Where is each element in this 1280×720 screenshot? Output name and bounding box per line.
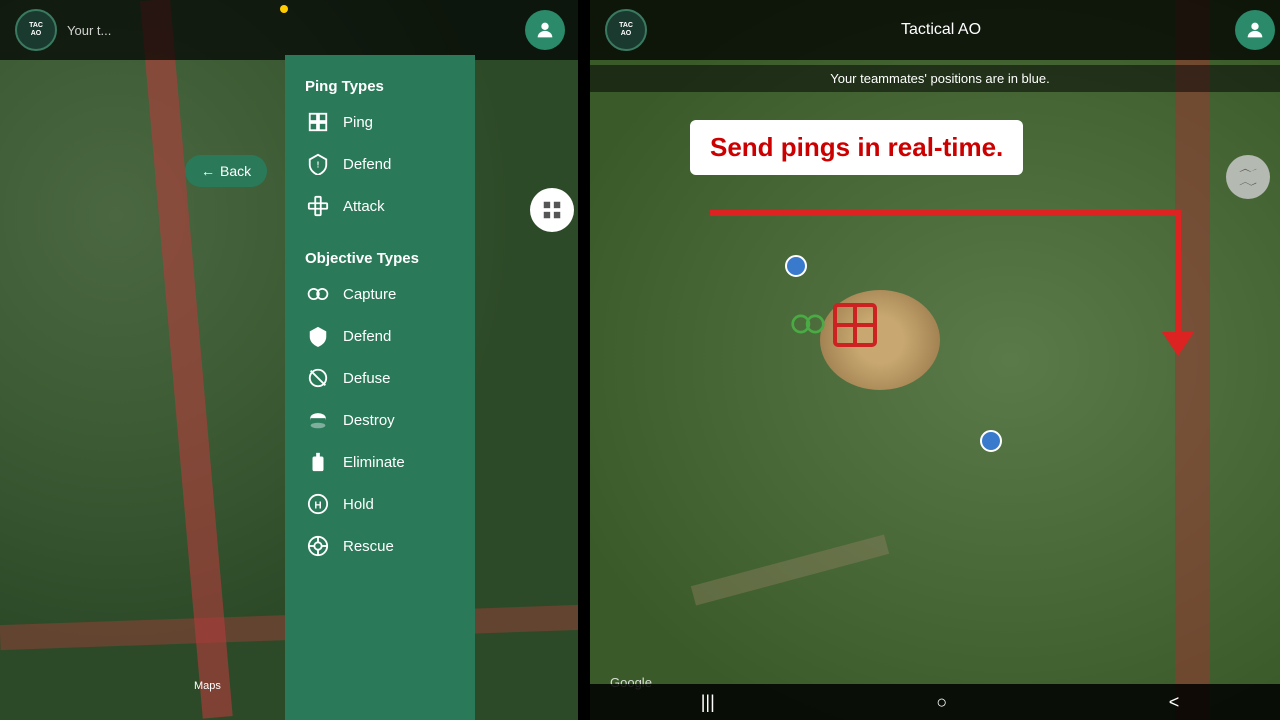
menu-item-hold[interactable]: H Hold — [285, 483, 475, 525]
left-phone-panel: TAC AO Your t... ← Back Maps Ping Types — [0, 0, 580, 720]
left-header-text: Your t... — [67, 23, 525, 38]
left-header: TAC AO Your t... — [0, 0, 580, 60]
teammates-subtitle: Your teammates' positions are in blue. — [590, 65, 1280, 92]
menu-item-destroy[interactable]: Destroy — [285, 399, 475, 441]
right-avatar[interactable] — [1235, 10, 1275, 50]
red-arrow-vertical — [1175, 210, 1181, 340]
ping-icon — [305, 109, 331, 135]
bottom-navigation: ||| ○ < — [590, 684, 1280, 720]
hold-icon: H — [305, 491, 331, 517]
nav-home-button[interactable]: ○ — [936, 692, 947, 713]
left-avatar[interactable] — [525, 10, 565, 50]
apple-maps-label: Maps — [190, 680, 221, 692]
menu-item-rescue-label: Rescue — [343, 538, 394, 555]
red-arrow-head — [1162, 332, 1194, 356]
menu-item-defend-obj[interactable]: Defend — [285, 315, 475, 357]
back-arrow-icon: ← — [201, 163, 215, 179]
menu-item-defuse[interactable]: Defuse — [285, 357, 475, 399]
menu-item-attack[interactable]: Attack — [285, 185, 475, 227]
eliminate-icon — [305, 449, 331, 475]
menu-item-capture-label: Capture — [343, 286, 396, 303]
destroy-icon — [305, 407, 331, 433]
right-header: TAC AO Tactical AO — [590, 0, 1280, 60]
red-arrow-horizontal — [710, 210, 1180, 216]
capture-icon — [305, 281, 331, 307]
ping-map-button[interactable] — [530, 188, 574, 232]
send-pings-tooltip: Send pings in real-time. — [690, 120, 1023, 175]
svg-text:H: H — [314, 501, 321, 512]
attack-icon — [305, 193, 331, 219]
teammate-dot-2 — [980, 430, 1002, 452]
menu-item-capture[interactable]: Capture — [285, 273, 475, 315]
objective-types-title: Objective Types — [285, 242, 475, 273]
rescue-icon — [305, 533, 331, 559]
defend-obj-icon — [305, 323, 331, 349]
map-icon-button[interactable] — [1226, 155, 1270, 199]
menu-divider — [285, 227, 475, 242]
tac-logo-right: TAC AO — [605, 9, 647, 51]
menu-item-eliminate[interactable]: Eliminate — [285, 441, 475, 483]
attack-marker-red — [830, 300, 880, 350]
objective-marker-green — [790, 310, 826, 345]
menu-item-defend-ping[interactable]: ! Defend — [285, 143, 475, 185]
road-right — [1175, 0, 1210, 720]
menu-panel: Ping Types Ping ! Defend — [285, 55, 475, 720]
menu-item-defend-obj-label: Defend — [343, 328, 391, 345]
tactical-ao-title: Tactical AO — [647, 21, 1235, 39]
center-divider — [578, 0, 588, 720]
menu-item-ping[interactable]: Ping — [285, 101, 475, 143]
nav-back-button[interactable]: < — [1169, 692, 1180, 713]
tac-logo-left: TAC AO — [15, 9, 57, 51]
menu-item-rescue[interactable]: Rescue — [285, 525, 475, 567]
defend-ping-icon: ! — [305, 151, 331, 177]
menu-item-defuse-label: Defuse — [343, 370, 391, 387]
menu-item-eliminate-label: Eliminate — [343, 454, 405, 471]
menu-item-ping-label: Ping — [343, 114, 373, 131]
yellow-indicator-dot — [280, 5, 288, 13]
menu-item-destroy-label: Destroy — [343, 412, 395, 429]
defuse-icon — [305, 365, 331, 391]
menu-item-defend-ping-label: Defend — [343, 156, 391, 173]
svg-text:!: ! — [317, 161, 320, 170]
nav-menu-button[interactable]: ||| — [701, 692, 715, 713]
tooltip-text: Send pings in real-time. — [710, 132, 1003, 162]
back-button[interactable]: ← Back — [185, 155, 267, 187]
ping-types-title: Ping Types — [285, 70, 475, 101]
teammate-dot-1 — [785, 255, 807, 277]
menu-item-hold-label: Hold — [343, 496, 374, 513]
right-phone-panel: TAC AO Tactical AO Your teammates' posit… — [590, 0, 1280, 720]
menu-item-attack-label: Attack — [343, 198, 385, 215]
